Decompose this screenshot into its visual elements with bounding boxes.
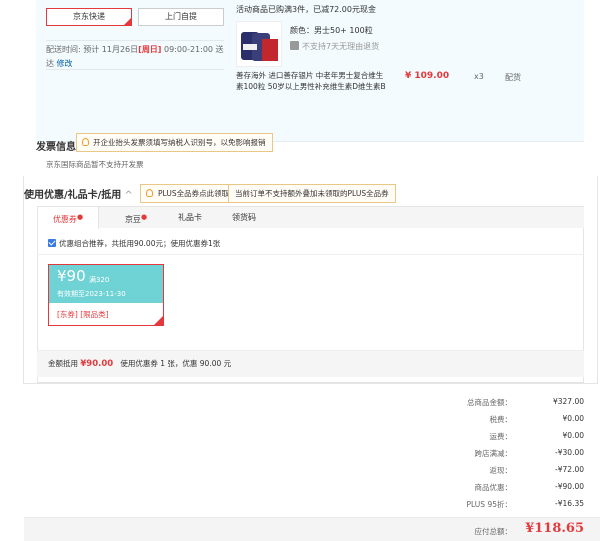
- summary-value-tax: ¥0.00: [562, 414, 584, 423]
- product-image[interactable]: [236, 21, 282, 67]
- summary-label-shipping: 运费：: [489, 432, 513, 441]
- deduct-amount: ¥90.00: [80, 359, 114, 369]
- summary-value-total-goods: ¥327.00: [552, 397, 584, 406]
- selected-corner-icon: [153, 315, 164, 326]
- product-quantity: x3: [474, 72, 484, 81]
- delivery-date: 预计 11月26日: [83, 45, 139, 54]
- modify-delivery-link[interactable]: 修改: [57, 59, 73, 68]
- no-return-icon: [290, 41, 299, 50]
- delivery-time-row: 配送时间: 预计 11月26日[周日] 09:00-21:00 送达 修改: [46, 40, 224, 71]
- tab-redeem-code-label: 领货码: [232, 213, 256, 222]
- coupon-card[interactable]: ¥90 满320 有效期至2023-11-30 [东券] [限品类]: [48, 264, 164, 326]
- tab-redeem-code[interactable]: 领货码: [219, 207, 269, 229]
- tab-coupons[interactable]: 优惠券●: [37, 207, 99, 229]
- invoice-tip[interactable]: 开企业抬头发票须填写纳税人识别号，以免影响报销: [76, 133, 273, 152]
- deduct-prefix: 金额抵用: [48, 359, 78, 368]
- plus-tip-text: PLUS全品券点此领取: [158, 189, 230, 198]
- checkbox-checked-icon[interactable]: [48, 239, 56, 247]
- pickup-label: 上门自提: [165, 12, 197, 21]
- tab-jingdou[interactable]: 京豆●: [111, 207, 161, 229]
- box-shape: [262, 39, 278, 61]
- plus-coupon-tip[interactable]: PLUS全品券点此领取: [140, 184, 237, 203]
- summary-value-cashback: -¥72.00: [555, 465, 584, 474]
- summary-value-cross-store: -¥30.00: [555, 448, 584, 457]
- summary-label-product-discount: 商品优惠：: [474, 483, 513, 492]
- recommend-text: 优惠组合推荐，共抵用90.00元；使用优惠券1张: [59, 239, 221, 248]
- summary-value-shipping: ¥0.00: [562, 431, 584, 440]
- lightbulb-icon: [82, 138, 89, 146]
- lightbulb-icon: [146, 189, 153, 197]
- pickup-button[interactable]: 上门自提: [138, 8, 224, 26]
- selected-corner-icon: [123, 17, 132, 26]
- label-shape: [243, 44, 257, 50]
- recommend-combo-row[interactable]: 优惠组合推荐，共抵用90.00元；使用优惠券1张: [48, 238, 220, 249]
- invoice-note: 京东国际商品暂不支持开发票: [46, 160, 144, 169]
- red-dot-icon: ●: [76, 213, 84, 221]
- deduct-suffix: 使用优惠券 1 张，优惠 90.00 元: [120, 359, 232, 368]
- tab-gift-card-label: 礼品卡: [178, 213, 202, 222]
- section-border: [23, 383, 598, 384]
- delivery-divider: [46, 69, 224, 70]
- invoice-tip-text: 开企业抬头发票须填写纳税人识别号，以免影响报销: [93, 138, 266, 147]
- tab-jingdou-label: 京豆: [124, 215, 141, 224]
- total-bar: 应付总额： ¥118.65: [24, 517, 600, 541]
- summary-label-tax: 税费：: [489, 415, 513, 424]
- product-stock-status: 配货: [505, 73, 521, 82]
- chevron-up-icon: ^: [124, 190, 133, 201]
- coupon-tags: [东券] [限品类]: [57, 310, 109, 319]
- coupon-condition: 满320: [89, 276, 110, 284]
- no-return-notice: 不支持7天无理由退货: [290, 41, 379, 52]
- plus-coupon-note: 当前订单不支持额外叠加未领取的PLUS全品券: [228, 184, 396, 203]
- summary-label-total-goods: 总商品金额：: [467, 398, 512, 407]
- jd-express-button[interactable]: 京东快递: [46, 8, 132, 26]
- red-dot-icon: ●: [140, 213, 148, 221]
- section-border: [597, 176, 598, 383]
- summary-value-plus-discount: -¥16.35: [555, 499, 584, 508]
- summary-label-plus-discount: PLUS 95折：: [466, 500, 512, 509]
- coupon-amount: ¥90: [57, 267, 86, 285]
- divider: [37, 254, 584, 255]
- coupon-title-text: 使用优惠/礼品卡/抵用: [24, 190, 122, 201]
- promo-text: 活动商品已购满3件，已减72.00元现金: [236, 5, 376, 14]
- no-return-text: 不支持7天无理由退货: [302, 42, 380, 51]
- delivery-prefix: 配送时间:: [46, 45, 81, 54]
- coupon-validity: 有效期至2023-11-30: [57, 290, 126, 298]
- deduction-summary: 金额抵用 ¥90.00 使用优惠券 1 张，优惠 90.00 元: [37, 351, 584, 377]
- coupon-section-title[interactable]: 使用优惠/礼品卡/抵用 ^: [24, 186, 133, 201]
- coupon-card-header: ¥90 满320 有效期至2023-11-30: [49, 265, 163, 303]
- summary-value-product-discount: -¥90.00: [555, 482, 584, 491]
- section-border: [23, 176, 24, 383]
- tab-gift-card[interactable]: 礼品卡: [165, 207, 215, 229]
- delivery-day: [周日]: [138, 45, 162, 54]
- invoice-title: 发票信息: [36, 142, 76, 153]
- product-color: 颜色：男士50+ 100粒: [290, 26, 373, 35]
- total-label: 应付总额：: [474, 527, 513, 536]
- coupon-tab-bar: 优惠券● 京豆● 礼品卡 领货码: [37, 206, 584, 229]
- summary-label-cashback: 返现：: [489, 466, 513, 475]
- jd-express-label: 京东快递: [73, 12, 105, 21]
- total-amount: ¥118.65: [525, 521, 584, 536]
- product-name[interactable]: 善存海外 进口善存银片 中老年男士复合维生素100粒 50岁以上男性补充维生素D…: [236, 70, 386, 92]
- tab-coupons-label: 优惠券: [52, 215, 77, 224]
- summary-label-cross-store: 跨店满减：: [474, 449, 513, 458]
- product-price: ¥ 109.00: [405, 71, 450, 81]
